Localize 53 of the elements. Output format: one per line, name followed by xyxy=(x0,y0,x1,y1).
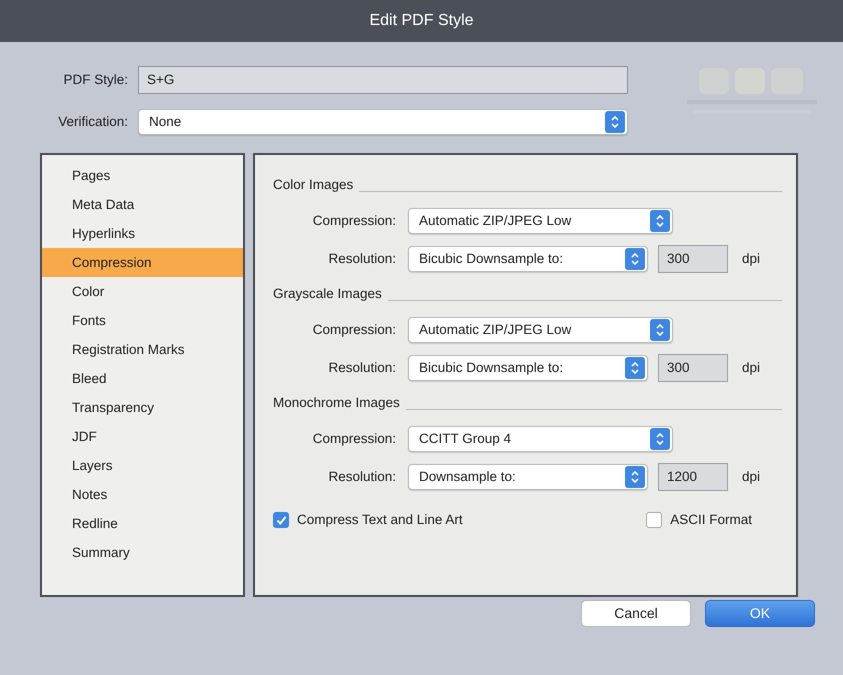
field-label: Resolution: xyxy=(327,468,397,486)
stepper-icon xyxy=(625,357,645,379)
field-label: Compression: xyxy=(312,430,397,448)
unit-label: dpi xyxy=(742,468,760,486)
stepper-icon xyxy=(650,428,670,450)
checkbox[interactable] xyxy=(646,512,662,528)
resolution-select[interactable]: Bicubic Downsample to: xyxy=(408,246,648,272)
section-title: Color Images xyxy=(273,176,354,194)
sidebar-item[interactable]: Meta Data xyxy=(42,190,243,219)
checkbox[interactable] xyxy=(273,512,289,528)
checkbox-label: ASCII Format xyxy=(670,511,752,529)
sidebar-item[interactable]: Summary xyxy=(42,538,243,567)
sidebar-item[interactable]: JDF xyxy=(42,422,243,451)
sidebar-item[interactable]: Bleed xyxy=(42,364,243,393)
stepper-icon xyxy=(650,319,670,341)
sidebar-item[interactable]: Registration Marks xyxy=(42,335,243,364)
checkbox-label: Compress Text and Line Art xyxy=(297,511,463,529)
cancel-button[interactable]: Cancel xyxy=(581,600,691,627)
sidebar-item[interactable]: Fonts xyxy=(42,306,243,335)
pdf-style-field[interactable]: S+G xyxy=(138,66,628,94)
sidebar-item[interactable]: Pages xyxy=(42,161,243,190)
resolution-select[interactable]: Downsample to: xyxy=(408,464,648,490)
ok-button[interactable]: OK xyxy=(705,600,815,627)
field-label: Verification: xyxy=(57,112,129,131)
field-label: PDF Style: xyxy=(62,70,129,89)
unit-label: dpi xyxy=(742,250,760,268)
compression-select[interactable]: CCITT Group 4 xyxy=(408,426,673,452)
stepper-icon xyxy=(605,111,625,133)
field-label: Compression: xyxy=(312,320,397,339)
verification-select[interactable]: None xyxy=(138,109,628,135)
field-label: Resolution: xyxy=(327,250,397,268)
sidebar-item[interactable]: Color xyxy=(42,277,243,306)
sidebar-item[interactable]: Transparency xyxy=(42,393,243,422)
unit-label: dpi xyxy=(742,358,760,377)
sidebar-item[interactable]: Layers xyxy=(42,451,243,480)
resolution-select[interactable]: Bicubic Downsample to: xyxy=(408,355,648,381)
stepper-icon xyxy=(625,466,645,488)
sidebar-item[interactable]: Notes xyxy=(42,480,243,509)
window-title: Edit PDF Style xyxy=(0,0,843,42)
section-title: Grayscale Images xyxy=(273,285,382,304)
sidebar-item[interactable]: Redline xyxy=(42,509,243,538)
compression-select[interactable]: Automatic ZIP/JPEG Low xyxy=(408,208,673,234)
stepper-icon xyxy=(625,248,645,270)
dpi-field[interactable]: 300 xyxy=(658,354,728,382)
field-label: Compression: xyxy=(312,212,397,230)
dpi-field[interactable]: 300 xyxy=(658,245,728,273)
field-label: Resolution: xyxy=(327,358,397,377)
stepper-icon xyxy=(650,210,670,232)
sidebar-item[interactable]: Compression xyxy=(42,248,243,277)
sidebar-item[interactable]: Hyperlinks xyxy=(42,219,243,248)
compression-select[interactable]: Automatic ZIP/JPEG Low xyxy=(408,317,673,343)
dpi-field[interactable]: 1200 xyxy=(658,463,728,491)
section-title: Monochrome Images xyxy=(273,394,400,412)
